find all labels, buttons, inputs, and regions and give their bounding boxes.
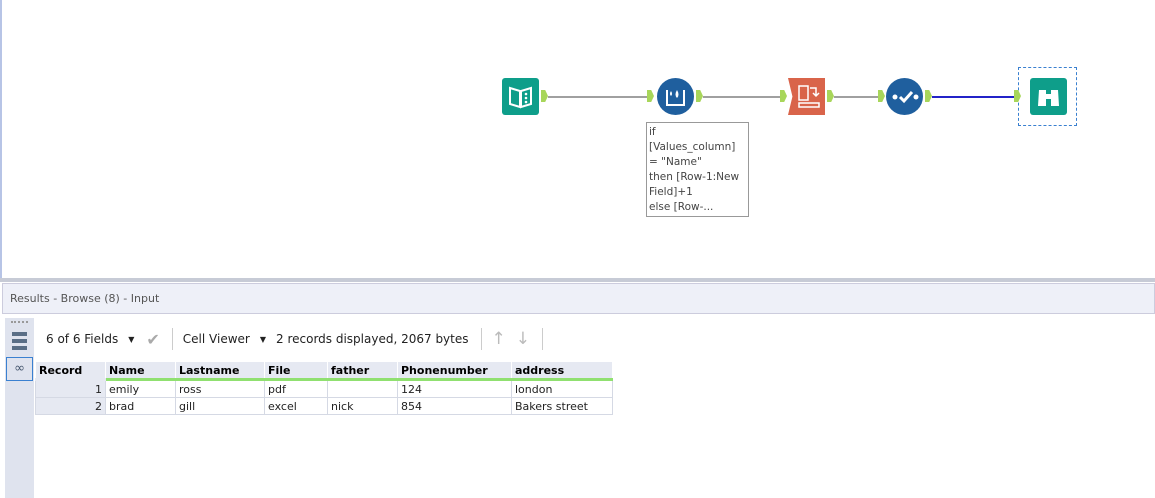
input-anchor[interactable] [780,90,787,102]
crosstab-tool[interactable] [788,78,825,115]
results-toolbar: 6 of 6 Fields ▼ ✔ Cell Viewer ▼ 2 records … [36,322,1155,356]
formula-drop-icon [666,90,685,106]
cell[interactable]: 124 [397,379,512,398]
column-header[interactable]: address [511,361,613,381]
check-icon [892,91,919,104]
column-header[interactable]: father [327,361,398,381]
column-header[interactable]: Phonenumber [397,361,512,381]
cell[interactable]: london [511,379,613,398]
divider [480,328,482,350]
cell[interactable]: nick [327,397,398,415]
records-summary: 2 records displayed, 2067 bytes [276,332,469,346]
apply-check-icon[interactable]: ✔ [146,330,159,349]
tool-annotation: if [Values_column] = "Name" then [Row-1:… [646,122,749,217]
column-header[interactable]: File [264,361,328,381]
cell[interactable]: gill [175,397,265,415]
cell[interactable]: ross [175,379,265,398]
pane-splitter[interactable] [0,278,1155,282]
data-view-icon[interactable]: ∞ [6,357,33,381]
binoculars-icon [1038,90,1059,106]
output-anchor[interactable] [827,90,834,102]
chevron-down-icon: ▼ [259,334,266,344]
cell[interactable]: brad [105,397,176,415]
multi-row-formula-tool[interactable] [657,78,694,115]
connection-selected [932,96,1014,98]
column-header[interactable]: Record [35,361,106,381]
browse-tool[interactable] [1030,78,1067,115]
connection [548,96,647,98]
chevron-down-icon: ▼ [128,334,135,344]
cell-viewer-dropdown[interactable]: Cell Viewer ▼ [183,332,266,346]
connection [703,96,780,98]
cell: 1 [35,379,106,398]
cell[interactable] [327,379,398,398]
arrow-up-icon[interactable]: ↑ [492,329,506,349]
results-title: Results - Browse (8) - Input [2,283,1155,314]
grip-handle[interactable] [11,321,28,323]
cell[interactable]: 854 [397,397,512,415]
cell[interactable]: excel [264,397,328,415]
divider [171,328,173,350]
cell[interactable]: pdf [264,379,328,398]
column-header[interactable]: Name [105,361,176,381]
output-anchor[interactable] [925,90,932,102]
crosstab-icon [798,85,820,108]
select-tool[interactable] [886,78,923,115]
cell: 2 [35,397,106,415]
output-anchor[interactable] [541,90,548,102]
connection [834,96,878,98]
input-anchor[interactable] [878,90,885,102]
column-header[interactable]: Lastname [175,361,265,381]
input-anchor[interactable] [647,90,654,102]
cell[interactable]: emily [105,379,176,398]
table-row[interactable]: 2 brad gill excel nick 854 Bakers street [35,397,613,415]
workflow-canvas[interactable]: if [Values_column] = "Name" then [Row-1:… [0,0,1155,278]
results-table: Record Name Lastname File father Phonenu… [35,361,613,415]
cell[interactable]: Bakers street [511,397,613,415]
divider [542,328,543,350]
output-anchor[interactable] [696,90,703,102]
book-icon [509,86,532,109]
table-header-row: Record Name Lastname File father Phonenu… [35,361,613,381]
metadata-view-icon[interactable] [12,332,27,352]
results-sidebar: ∞ [5,318,34,498]
input-data-tool[interactable] [502,78,539,115]
arrow-down-icon[interactable]: ↓ [516,329,530,349]
table-row[interactable]: 1 emily ross pdf 124 london [35,379,613,398]
fields-dropdown[interactable]: 6 of 6 Fields ▼ [46,332,134,346]
